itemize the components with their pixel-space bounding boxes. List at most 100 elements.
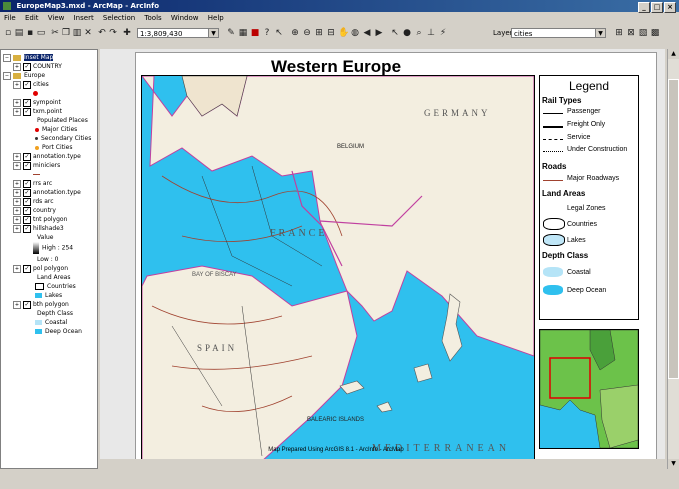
- layer-visibility-checkbox[interactable]: ✓: [23, 152, 31, 161]
- layer-visibility-checkbox[interactable]: ✓: [23, 179, 31, 188]
- toc-item[interactable]: + ✓ pol polygon: [13, 264, 68, 273]
- toc-item[interactable]: + ✓ hillshade3: [13, 224, 64, 233]
- expand-icon[interactable]: +: [13, 62, 21, 71]
- full-extent-icon[interactable]: ◍: [350, 28, 360, 38]
- expand-icon[interactable]: +: [13, 179, 21, 188]
- copy-icon[interactable]: ❐: [61, 28, 71, 38]
- delete-icon[interactable]: ✕: [83, 28, 93, 38]
- layer-visibility-checkbox[interactable]: ✓: [23, 300, 31, 309]
- menu-insert[interactable]: Insert: [74, 14, 94, 22]
- select-elements-icon[interactable]: ↖: [390, 28, 400, 38]
- expand-icon[interactable]: +: [13, 197, 21, 206]
- editor-icon[interactable]: ✎: [226, 28, 236, 38]
- layer-combo[interactable]: cities ▼: [511, 28, 606, 38]
- toc-item[interactable]: Countries: [35, 282, 76, 291]
- layer-props-icon[interactable]: ▧: [638, 28, 648, 38]
- scroll-down-arrow-icon[interactable]: ▼: [668, 459, 679, 469]
- layer-visibility-checkbox[interactable]: ✓: [23, 264, 31, 273]
- toc-item[interactable]: [33, 170, 43, 179]
- toc-item[interactable]: Coastal: [35, 318, 67, 327]
- menu-window[interactable]: Window: [171, 14, 199, 22]
- toc-item[interactable]: Port Cities: [35, 143, 73, 152]
- toc-item[interactable]: + ✓ annotation.type: [13, 152, 81, 161]
- layer-visibility-checkbox[interactable]: ✓: [23, 206, 31, 215]
- expand-icon[interactable]: +: [13, 188, 21, 197]
- scroll-thumb[interactable]: [668, 79, 679, 379]
- menu-view[interactable]: View: [48, 14, 65, 22]
- print-icon[interactable]: ▭: [36, 28, 46, 38]
- menu-edit[interactable]: Edit: [25, 14, 39, 22]
- layer-visibility-checkbox[interactable]: ✓: [23, 215, 31, 224]
- toolbox-icon[interactable]: ■: [250, 28, 260, 38]
- toc-item[interactable]: Populated Places: [37, 116, 88, 125]
- new-icon[interactable]: ▫: [3, 28, 13, 38]
- toc-item[interactable]: Lakes: [35, 291, 62, 300]
- toc-item[interactable]: + ✓ rrs arc: [13, 179, 52, 188]
- expand-icon[interactable]: +: [13, 206, 21, 215]
- toc-item[interactable]: Secondary Cities: [35, 134, 91, 143]
- pan-hand-icon[interactable]: ✋: [338, 28, 349, 38]
- paste-icon[interactable]: ▥: [72, 28, 82, 38]
- scroll-up-arrow-icon[interactable]: ▲: [668, 49, 679, 59]
- fixed-zoom-in-icon[interactable]: ⊞: [314, 28, 324, 38]
- next-extent-icon[interactable]: ▶: [374, 28, 384, 38]
- help-icon[interactable]: ?: [262, 28, 272, 38]
- expand-icon[interactable]: +: [13, 300, 21, 309]
- toc-item[interactable]: + ✓ txm.point: [13, 107, 62, 116]
- chevron-down-icon[interactable]: ▼: [208, 29, 218, 37]
- toc-item[interactable]: + ✓ miniciers: [13, 161, 60, 170]
- flicker-icon[interactable]: ⊠: [626, 28, 636, 38]
- collapse-icon[interactable]: −: [3, 71, 11, 80]
- toc-item[interactable]: Depth Class: [37, 309, 73, 318]
- toc-item[interactable]: − Inset Map: [3, 53, 54, 62]
- main-map-frame[interactable]: FRANCE GERMANY SPAIN BALEARIC ISLANDS ME…: [141, 75, 535, 459]
- menu-help[interactable]: Help: [208, 14, 224, 22]
- zoom-out-icon[interactable]: ⊖: [302, 28, 312, 38]
- toc-item[interactable]: − Europe: [3, 71, 45, 80]
- prev-extent-icon[interactable]: ◀: [362, 28, 372, 38]
- add-data-icon[interactable]: ✚: [122, 28, 132, 38]
- chevron-down-icon[interactable]: ▼: [595, 29, 605, 37]
- toc-item[interactable]: + ✓ sympoint: [13, 98, 61, 107]
- identify-icon[interactable]: ●: [402, 28, 412, 38]
- layer-visibility-checkbox[interactable]: ✓: [23, 197, 31, 206]
- find-icon[interactable]: ⌕: [414, 28, 424, 38]
- toc-item[interactable]: [33, 89, 41, 98]
- hyperlink-icon[interactable]: ⚡: [438, 28, 448, 38]
- expand-icon[interactable]: +: [13, 161, 21, 170]
- menu-selection[interactable]: Selection: [103, 14, 135, 22]
- toc-item[interactable]: + ✓ country: [13, 206, 56, 215]
- toc-item[interactable]: Major Cities: [35, 125, 77, 134]
- layer-visibility-checkbox[interactable]: ✓: [23, 107, 31, 116]
- raster-icon[interactable]: ▩: [650, 28, 660, 38]
- map-scale-combo[interactable]: 1:3,809,430 ▼: [137, 28, 219, 38]
- toc-item[interactable]: High : 254: [33, 242, 73, 254]
- arctoolbox-icon[interactable]: ▦: [238, 28, 248, 38]
- layer-visibility-checkbox[interactable]: ✓: [23, 224, 31, 233]
- layer-visibility-checkbox[interactable]: ✓: [23, 62, 31, 71]
- redo-icon[interactable]: ↷: [108, 28, 118, 38]
- expand-icon[interactable]: +: [13, 152, 21, 161]
- expand-icon[interactable]: +: [13, 264, 21, 273]
- map-legend[interactable]: Legend Rail Types Passenger Freight Only…: [539, 75, 639, 320]
- toc-item[interactable]: Land Areas: [37, 273, 70, 282]
- expand-icon[interactable]: +: [13, 80, 21, 89]
- collapse-icon[interactable]: −: [3, 53, 11, 62]
- whats-this-icon[interactable]: ↖: [274, 28, 284, 38]
- fixed-zoom-out-icon[interactable]: ⊟: [326, 28, 336, 38]
- toc-item[interactable]: Low : 0: [37, 255, 58, 264]
- cut-icon[interactable]: ✂: [50, 28, 60, 38]
- layer-visibility-checkbox[interactable]: ✓: [23, 98, 31, 107]
- expand-icon[interactable]: +: [13, 224, 21, 233]
- toc-item[interactable]: Value: [37, 233, 53, 242]
- layout-vertical-scrollbar[interactable]: ▲ ▼: [667, 49, 679, 469]
- toc-item[interactable]: + ✓ COUNTRY: [13, 62, 62, 71]
- toc-item[interactable]: + ✓ cities: [13, 80, 49, 89]
- layer-visibility-checkbox[interactable]: ✓: [23, 80, 31, 89]
- inset-map-frame[interactable]: [539, 329, 639, 449]
- menu-file[interactable]: File: [4, 14, 16, 22]
- expand-icon[interactable]: +: [13, 107, 21, 116]
- save-icon[interactable]: ▪: [25, 28, 35, 38]
- toc-item[interactable]: + ✓ tnt polygon: [13, 215, 67, 224]
- zoom-in-icon[interactable]: ⊕: [290, 28, 300, 38]
